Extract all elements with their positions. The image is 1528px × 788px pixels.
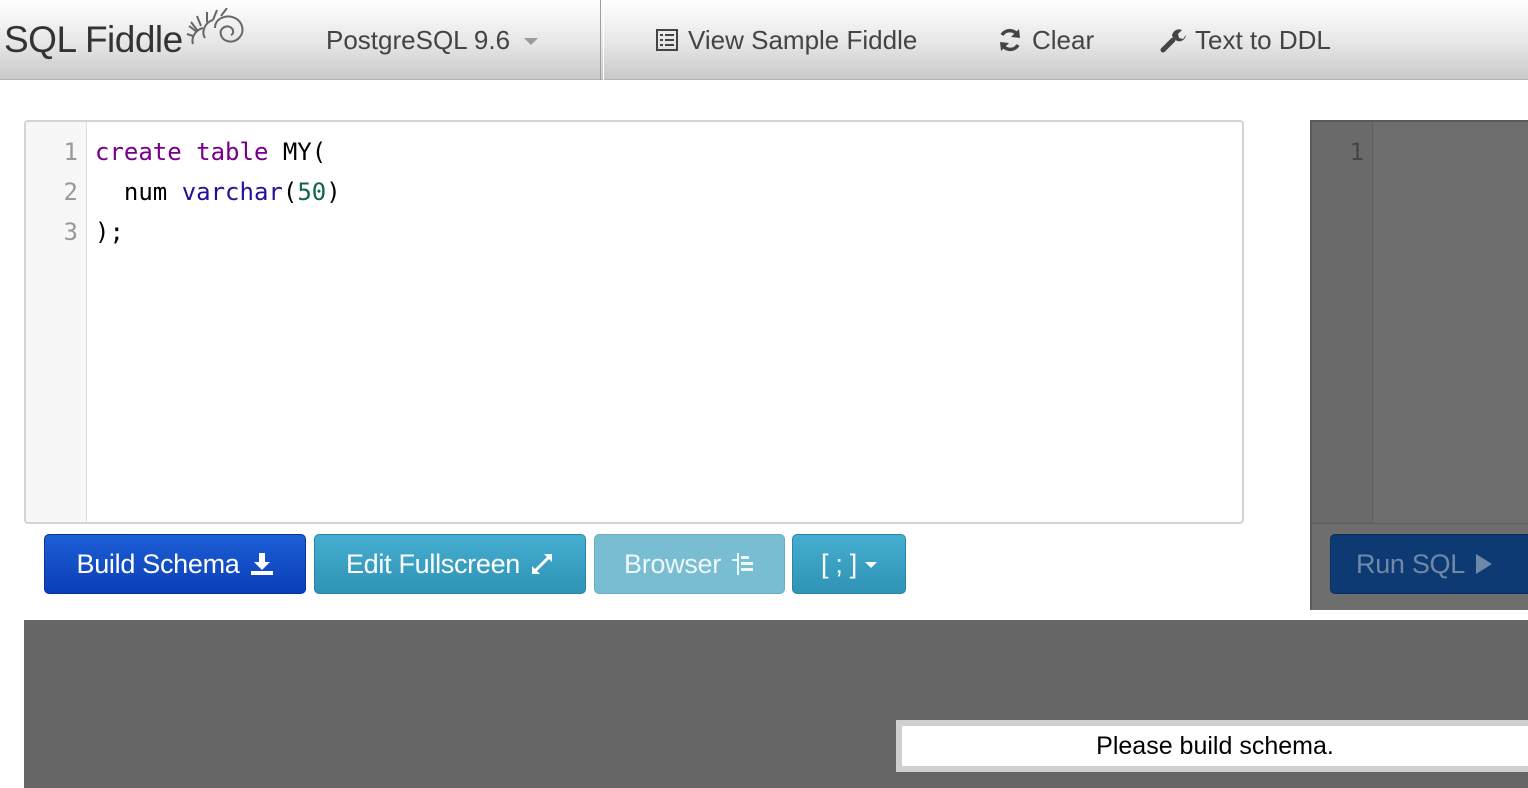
edit-fullscreen-button[interactable]: Edit Fullscreen xyxy=(314,534,586,594)
clear-link[interactable]: Clear xyxy=(997,22,1094,58)
list-icon xyxy=(655,28,679,52)
build-schema-button[interactable]: Build Schema xyxy=(44,534,306,594)
code-token: MY( xyxy=(268,138,327,166)
text-to-ddl-label: Text to DDL xyxy=(1195,24,1331,55)
fiddlehead-logo-icon xyxy=(185,6,251,57)
brand[interactable]: SQL Fiddle xyxy=(4,6,251,66)
view-sample-fiddle-link[interactable]: View Sample Fiddle xyxy=(655,22,917,58)
text-to-ddl-link[interactable]: Text to DDL xyxy=(1160,22,1331,58)
wrench-icon xyxy=(1160,27,1186,53)
top-navbar: SQL Fiddle PostgreSQL 9.6 View Sample Fi… xyxy=(0,0,1528,80)
line-number: 1 xyxy=(1349,138,1364,166)
statement-terminator-label: [ ; ] xyxy=(820,548,857,579)
line-number: 1 xyxy=(63,138,78,166)
download-icon xyxy=(250,552,274,576)
build-schema-label: Build Schema xyxy=(76,548,240,579)
browser-label: Browser xyxy=(624,548,721,579)
code-line: num varchar(50) xyxy=(95,172,341,212)
browser-button[interactable]: Browser xyxy=(594,534,785,594)
edit-fullscreen-label: Edit Fullscreen xyxy=(345,548,521,579)
code-token: ( xyxy=(282,178,298,206)
code-line: create table MY( xyxy=(95,132,326,172)
status-message-box: Please build schema. xyxy=(896,720,1528,772)
brand-name: SQL Fiddle xyxy=(4,19,183,60)
tree-icon xyxy=(731,552,755,576)
view-sample-fiddle-label: View Sample Fiddle xyxy=(688,24,918,55)
code-token: ); xyxy=(95,218,124,246)
run-sql-button[interactable]: Run SQL xyxy=(1330,534,1528,594)
code-line: ); xyxy=(95,212,124,252)
expand-icon xyxy=(530,552,554,576)
code-token: ) xyxy=(326,178,341,206)
code-token: num xyxy=(95,178,182,206)
line-number: 2 xyxy=(63,178,78,206)
schema-editor[interactable]: 1 2 3 create table MY( num varchar(50)); xyxy=(24,120,1244,524)
run-sql-label: Run SQL xyxy=(1356,548,1465,579)
code-token: 50 xyxy=(297,178,327,206)
clear-label: Clear xyxy=(1032,24,1095,55)
code-token: varchar xyxy=(181,178,283,206)
database-select[interactable]: PostgreSQL 9.6 xyxy=(326,22,539,58)
query-editor-code[interactable] xyxy=(1373,122,1528,524)
status-message: Please build schema. xyxy=(902,726,1528,766)
refresh-icon xyxy=(997,27,1023,53)
chevron-down-icon xyxy=(865,562,877,568)
code-token: create xyxy=(95,138,182,166)
query-editor-gutter: 1 xyxy=(1312,122,1373,524)
database-select-label: PostgreSQL 9.6 xyxy=(326,24,511,55)
navbar-divider xyxy=(600,0,604,80)
line-number: 3 xyxy=(63,218,78,246)
chevron-down-icon xyxy=(524,37,539,45)
schema-editor-gutter: 1 2 3 xyxy=(26,122,87,522)
statement-terminator-button[interactable]: [ ; ] xyxy=(792,534,906,594)
code-token: table xyxy=(196,138,269,166)
play-icon xyxy=(1475,553,1493,575)
